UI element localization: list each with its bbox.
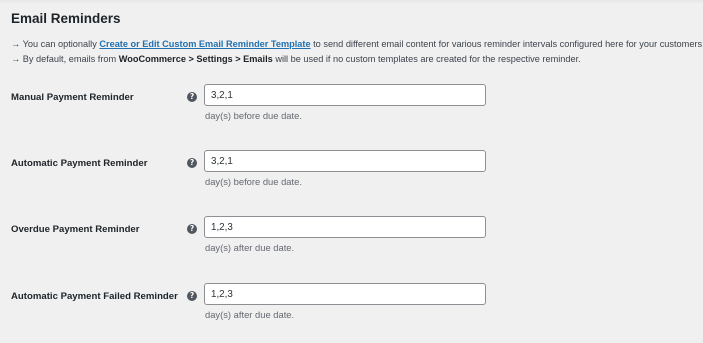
question-circle-icon[interactable]: ? [187,291,197,301]
overdue-payment-reminder-label: Overdue Payment Reminder [11,224,140,235]
question-circle-icon[interactable]: ? [187,92,197,102]
overdue-payment-reminder-hint: day(s) after due date. [205,242,295,253]
automatic-payment-failed-reminder-label: Automatic Payment Failed Reminder [11,291,178,302]
automatic-payment-failed-reminder-row: Automatic Payment Failed Reminder ? day(… [0,283,703,343]
automatic-payment-failed-reminder-input[interactable] [204,283,486,305]
automatic-payment-failed-reminder-hint: day(s) after due date. [205,309,295,320]
manual-payment-reminder-label: Manual Payment Reminder [11,92,134,103]
automatic-payment-reminder-input[interactable] [204,150,486,172]
manual-payment-reminder-hint: day(s) before due date. [205,110,302,121]
automatic-payment-reminder-hint: day(s) before due date. [205,176,302,187]
section-title: Email Reminders [11,11,121,26]
manual-payment-reminder-row: Manual Payment Reminder ? day(s) before … [0,84,703,144]
settings-path: WooCommerce > Settings > Emails [118,54,273,64]
custom-template-link[interactable]: Create or Edit Custom Email Reminder Tem… [99,39,310,49]
description-text: will be used if no custom templates are … [272,54,581,64]
description-line-default: → By default, emails from WooCommerce > … [11,54,581,64]
description-line-template: → You can optionally Create or Edit Cust… [11,39,703,49]
automatic-payment-reminder-row: Automatic Payment Reminder ? day(s) befo… [0,150,703,210]
question-circle-icon[interactable]: ? [187,224,197,234]
description-text: → You can optionally [11,39,100,49]
top-edge-shade [0,0,703,4]
description-text: → By default, emails from [11,54,119,64]
overdue-payment-reminder-input[interactable] [204,216,486,238]
manual-payment-reminder-input[interactable] [204,84,486,106]
description-text: to send different email content for vari… [310,39,703,49]
automatic-payment-reminder-label: Automatic Payment Reminder [11,158,148,169]
question-circle-icon[interactable]: ? [187,158,197,168]
overdue-payment-reminder-row: Overdue Payment Reminder ? day(s) after … [0,216,703,276]
